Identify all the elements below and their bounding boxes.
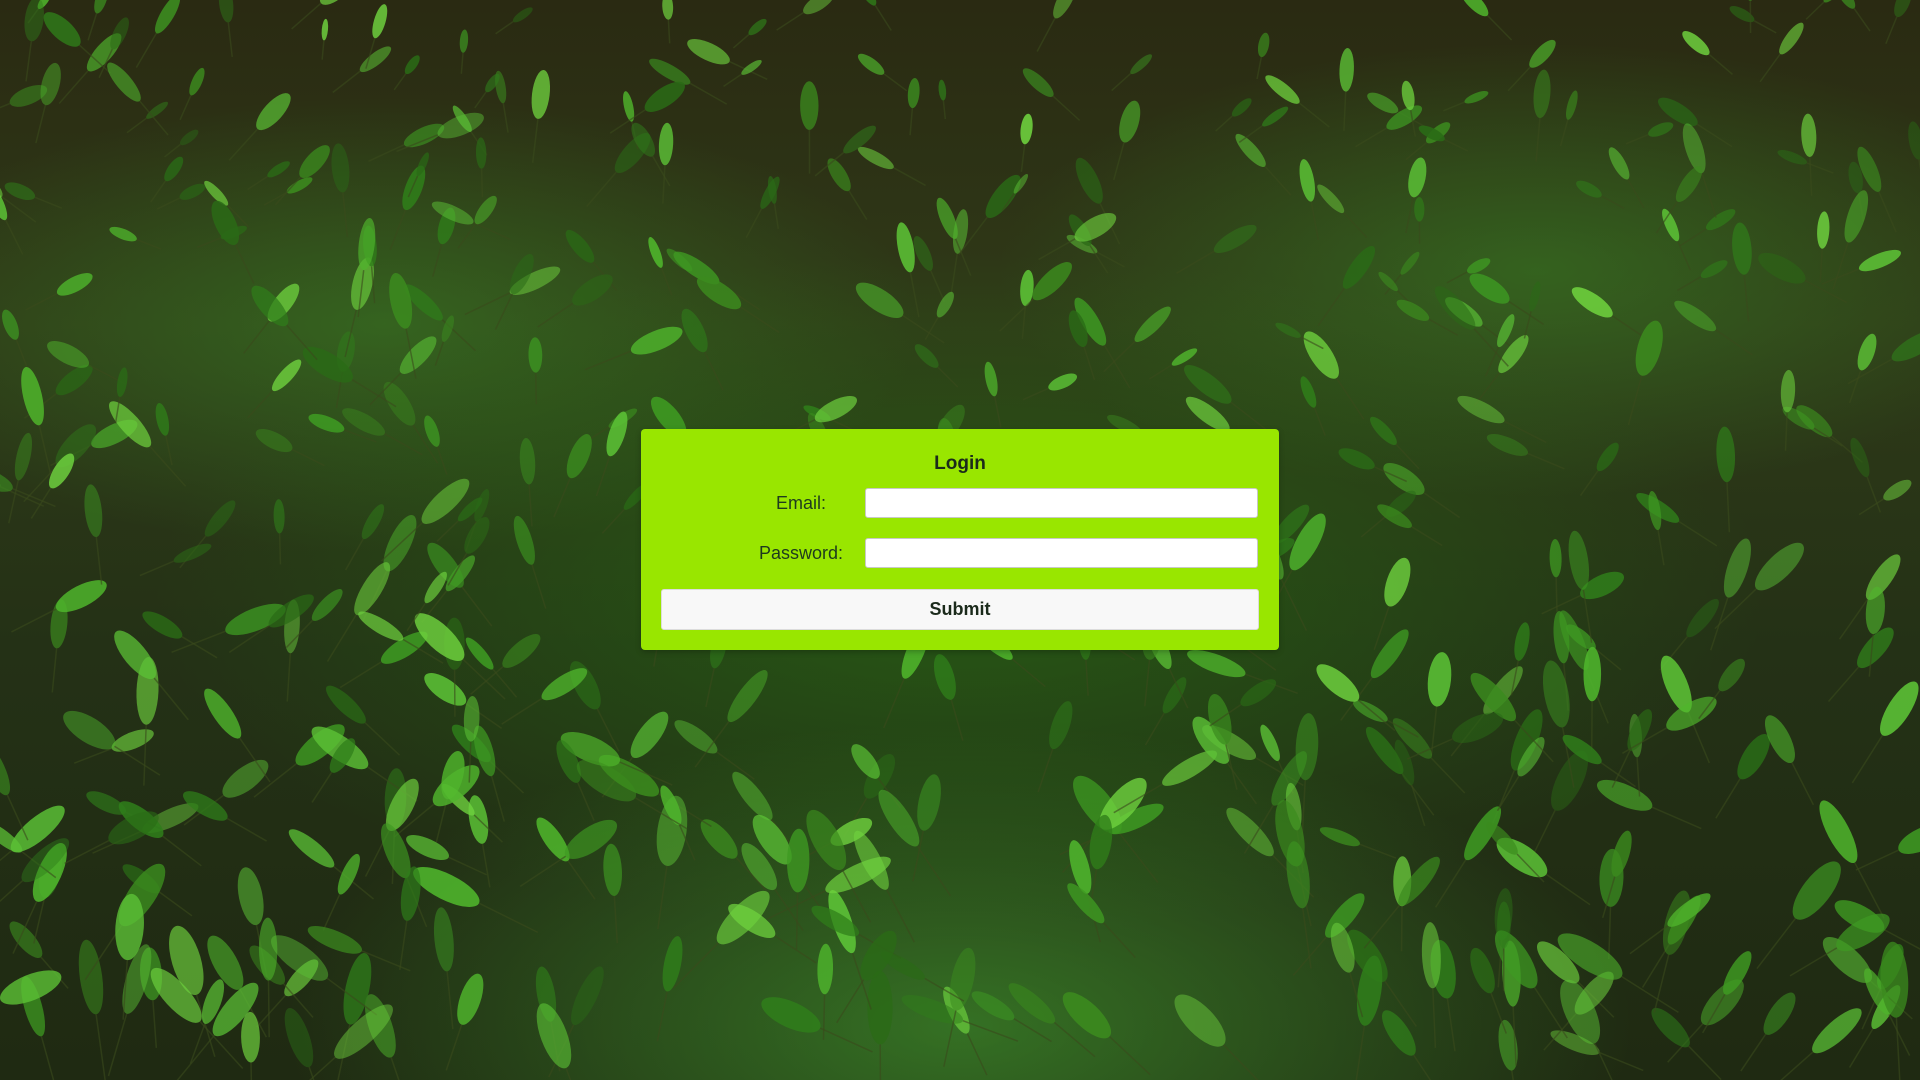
submit-button[interactable]: Submit — [661, 589, 1259, 630]
login-form: Login Email: Password: Submit — [641, 429, 1279, 650]
login-title: Login — [934, 453, 986, 474]
password-input[interactable] — [865, 538, 1258, 568]
email-input[interactable] — [865, 488, 1258, 518]
